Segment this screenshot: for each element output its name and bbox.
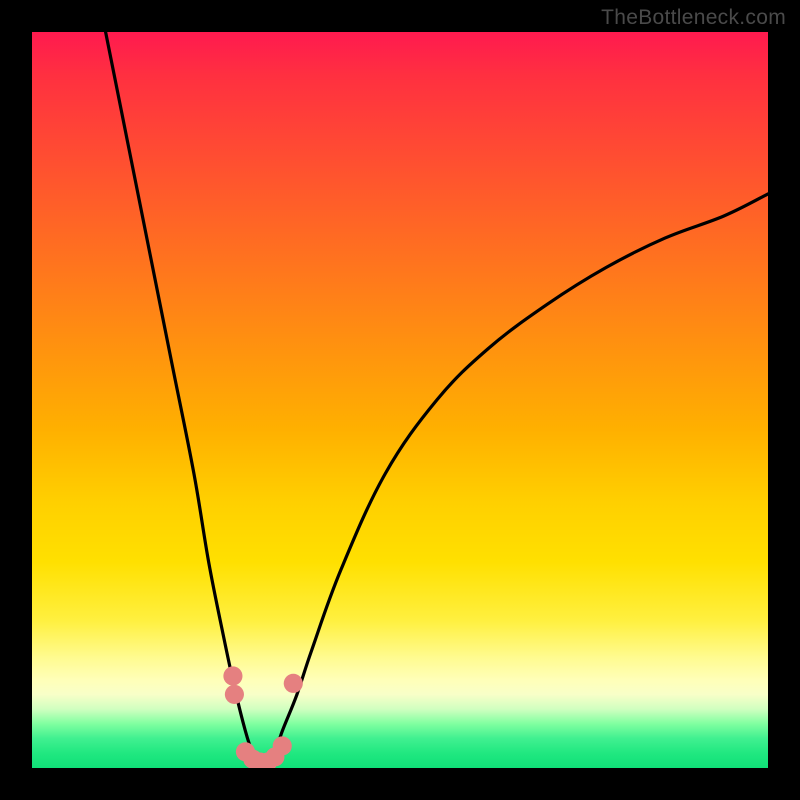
data-marker: [225, 685, 244, 704]
watermark-text: TheBottleneck.com: [601, 6, 786, 30]
bottleneck-curve: [106, 32, 768, 766]
plot-area: [32, 32, 768, 768]
chart-frame: TheBottleneck.com: [0, 0, 800, 800]
data-marker: [223, 666, 242, 685]
data-marker: [284, 674, 303, 693]
data-marker: [273, 736, 292, 755]
curve-layer: [32, 32, 768, 768]
